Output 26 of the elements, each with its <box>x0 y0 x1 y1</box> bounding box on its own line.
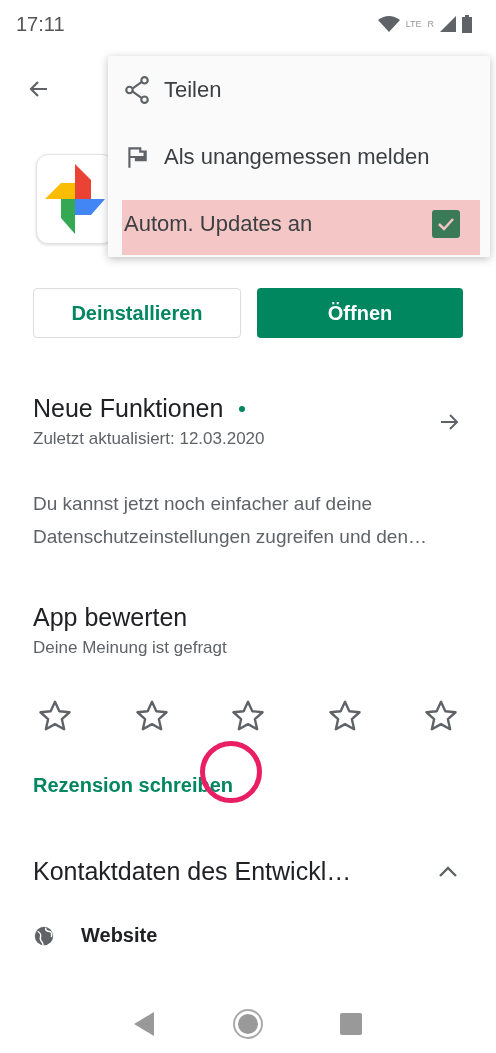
network-type: LTE <box>405 19 422 29</box>
nav-home-icon[interactable] <box>232 1008 264 1040</box>
pinwheel-icon <box>45 164 105 234</box>
release-notes: Du kannst jetzt noch einfacher auf deine Datenschutzeinstellungen zugreifen und den… <box>33 492 428 549</box>
section-title: App bewerten <box>33 603 188 631</box>
rate-subtitle: Deine Meinung ist gefragt <box>33 638 228 658</box>
menu-item[interactable]: Als unangemessen melden <box>108 123 490 190</box>
checkbox[interactable] <box>432 209 460 238</box>
open-button[interactable]: Öffnen <box>257 288 463 338</box>
status-time: 17:11 <box>16 12 65 36</box>
section-title: Neue Funktionen <box>33 394 224 423</box>
menu-item[interactable]: Teilen <box>108 56 490 123</box>
battery-icon <box>462 15 472 33</box>
signal-icon <box>440 16 456 32</box>
menu-item[interactable]: Autom. Updates an <box>108 190 490 257</box>
website-link[interactable]: Website <box>81 924 158 947</box>
nav-back-icon[interactable] <box>134 1012 156 1036</box>
globe-icon <box>33 924 55 947</box>
checkmark-icon <box>438 216 454 231</box>
wifi-icon <box>377 16 400 32</box>
section-title: Kontaktdaten des Entwickl… <box>33 857 352 886</box>
updated-date: Zuletzt aktualisiert: 12.03.2020 <box>33 429 265 449</box>
uninstall-button[interactable]: Deinstallieren <box>33 288 241 338</box>
share-icon <box>124 75 150 104</box>
chevron-up-icon[interactable] <box>437 864 459 879</box>
roaming-indicator: R <box>427 19 434 29</box>
